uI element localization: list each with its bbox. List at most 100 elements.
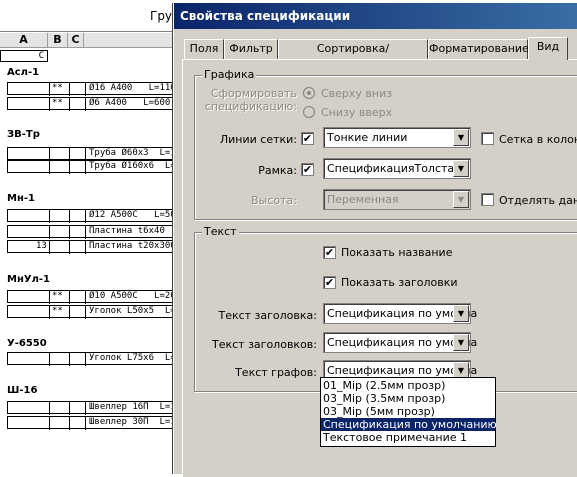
mark-text: **	[52, 83, 63, 93]
column-divider	[49, 241, 50, 254]
column-divider	[69, 161, 70, 174]
table-row[interactable]: Швеллер 30П L=13	[0, 416, 182, 430]
group-header-row[interactable]: Асл-1	[0, 66, 180, 80]
table-cell[interactable]: Швеллер 30П L=13	[7, 416, 182, 430]
column-divider	[85, 226, 86, 239]
mark-text: **	[52, 306, 63, 316]
title-text-label: Текст заголовка:	[218, 309, 317, 322]
chevron-down-icon[interactable]: ▼	[453, 305, 469, 322]
title-text-select[interactable]: Спецификация по умолча ▼	[323, 303, 477, 324]
grid-lines-select[interactable]: Тонкие линии ▼	[323, 127, 471, 148]
column-divider	[49, 226, 50, 239]
table-row[interactable]: Труба Ø60x3 L=10	[0, 147, 181, 161]
tab-fields[interactable]: Поля	[184, 39, 224, 59]
group-header-row[interactable]: У-6550	[0, 337, 180, 351]
column-divider	[85, 98, 86, 111]
group-title: Ш-16	[7, 385, 38, 396]
radio-top-down[interactable]	[303, 87, 315, 99]
separate-data-label: Отделять данны	[499, 194, 577, 207]
group-header-row[interactable]: МнУл-1	[0, 273, 180, 287]
table-cell[interactable]: Уголок L75x6 L=13	[7, 352, 187, 366]
tab-filter[interactable]: Фильтр	[224, 39, 278, 59]
table-cell[interactable]: Швеллер 16П L=13	[7, 401, 181, 415]
table-cell[interactable]: Пластина t6x40 L	[7, 225, 181, 239]
table-row[interactable]: Уголок L75x6 L=13	[0, 352, 187, 366]
table-cell[interactable]: ** Ø10 A500C L=200	[7, 290, 181, 304]
table-cell[interactable]: 13 Пластина t20x300	[7, 240, 180, 254]
table-row[interactable]: ** Ø16 A400 L=1100	[0, 82, 182, 96]
table-row[interactable]: 13 Пластина t20x300	[0, 240, 180, 254]
group-title: У-6550	[7, 338, 47, 349]
table-row[interactable]: Ø12 A500C L=500	[0, 209, 182, 223]
mark-text: 13	[36, 241, 47, 251]
table-cell[interactable]: ** Уголок L50x5 L=1	[7, 305, 182, 319]
height-value: Переменная	[327, 193, 399, 206]
chevron-down-icon[interactable]: ▼	[453, 160, 469, 177]
table-row[interactable]: Труба Ø160x6 L=1	[0, 160, 181, 174]
grid-in-headers-checkbox[interactable]	[481, 132, 494, 145]
dropdown-option[interactable]: 03_Mip (3.5мм прозр)	[321, 392, 495, 405]
table-cell[interactable]: Труба Ø160x6 L=1	[7, 160, 181, 174]
table-row[interactable]: ** Ø10 A500C L=200	[0, 290, 181, 304]
table-row[interactable]: ** Уголок L50x5 L=1	[0, 305, 182, 319]
dropdown-option[interactable]: Текстовое примечание 1	[321, 431, 495, 444]
tab-sorting-grouping[interactable]: Сортировка/Группирование	[278, 39, 428, 72]
group-header-row[interactable]: Мн-1	[0, 192, 180, 206]
dropdown-option[interactable]: 01_Mip (2.5мм прозр)	[321, 379, 495, 392]
column-divider	[49, 98, 50, 111]
column-headers: A B C	[0, 33, 180, 48]
grid-lines-checkbox[interactable]: ✔	[301, 132, 314, 145]
show-name-label: Показать название	[341, 246, 453, 259]
table-row[interactable]: Швеллер 16П L=13	[0, 401, 181, 415]
column-divider	[49, 83, 50, 96]
item-text: Уголок L50x5 L=1	[89, 306, 182, 316]
table-row[interactable]: ** Ø6 A400 L=600	[0, 97, 180, 111]
table-row[interactable]: Пластина t6x40 L	[0, 225, 181, 239]
column-header-a[interactable]: A	[0, 33, 48, 48]
chevron-down-icon[interactable]: ▼	[453, 334, 469, 351]
dropdown-option[interactable]: 03_Mip (5мм прозр)	[321, 405, 495, 418]
column-divider	[85, 402, 86, 415]
height-select[interactable]: Переменная ▼	[323, 189, 471, 210]
column-header-b[interactable]: B	[48, 33, 68, 48]
frame-select[interactable]: СпецификацияТолстая ▼	[323, 158, 471, 179]
mark-text: **	[52, 98, 63, 108]
show-headers-label: Показать заголовки	[341, 276, 458, 289]
item-text: Ø12 A500C L=500	[89, 210, 182, 220]
radio-bottom-up-label: Снизу вверх	[321, 106, 393, 119]
group-title: МнУл-1	[7, 274, 51, 285]
column-header-c[interactable]: C	[68, 33, 84, 48]
columns-text-dropdown-list: 01_Mip (2.5мм прозр) 03_Mip (3.5мм прозр…	[320, 377, 497, 447]
chevron-down-icon[interactable]: ▼	[453, 191, 469, 208]
frame-checkbox[interactable]: ✔	[301, 163, 314, 176]
group-header-row[interactable]: Ш-16	[0, 384, 180, 398]
group-header-row[interactable]: ЗВ-Тр	[0, 128, 180, 142]
radio-bottom-up[interactable]	[303, 106, 315, 118]
tab-formatting[interactable]: Форматирование	[428, 39, 529, 59]
column-divider	[69, 291, 70, 304]
table-cell[interactable]: С	[0, 50, 48, 62]
column-divider	[85, 241, 86, 254]
item-text: Ø16 A400 L=1100	[89, 83, 182, 93]
show-headers-checkbox[interactable]: ✔	[323, 276, 336, 289]
table-cell[interactable]: ** Ø6 A400 L=600	[7, 97, 180, 111]
chevron-down-icon[interactable]: ▼	[453, 129, 469, 146]
show-name-checkbox[interactable]: ✔	[323, 246, 336, 259]
radio-top-down-label: Сверху вниз	[321, 87, 393, 100]
graphics-group-title: Графика	[202, 68, 257, 81]
headers-text-select[interactable]: Спецификация по умолча ▼	[323, 332, 477, 353]
table-cell[interactable]: ** Ø16 A400 L=1100	[7, 82, 182, 96]
item-text: Швеллер 30П L=13	[89, 417, 182, 427]
column-divider	[69, 306, 70, 319]
table-cell[interactable]: Ø12 A500C L=500	[7, 209, 182, 223]
column-divider	[69, 226, 70, 239]
separate-data-checkbox[interactable]	[481, 193, 494, 206]
dropdown-option-selected[interactable]: Спецификация по умолчанию	[321, 418, 497, 431]
column-divider	[85, 291, 86, 304]
tab-view[interactable]: Вид	[528, 37, 568, 60]
grid-in-headers-label: Сетка в колонти	[499, 133, 577, 146]
table-row[interactable]: С	[0, 50, 180, 64]
table-cell[interactable]: Труба Ø60x3 L=10	[7, 147, 181, 161]
dialog-titlebar[interactable]: Свойства спецификации	[174, 3, 577, 29]
column-header-d[interactable]	[84, 33, 180, 48]
